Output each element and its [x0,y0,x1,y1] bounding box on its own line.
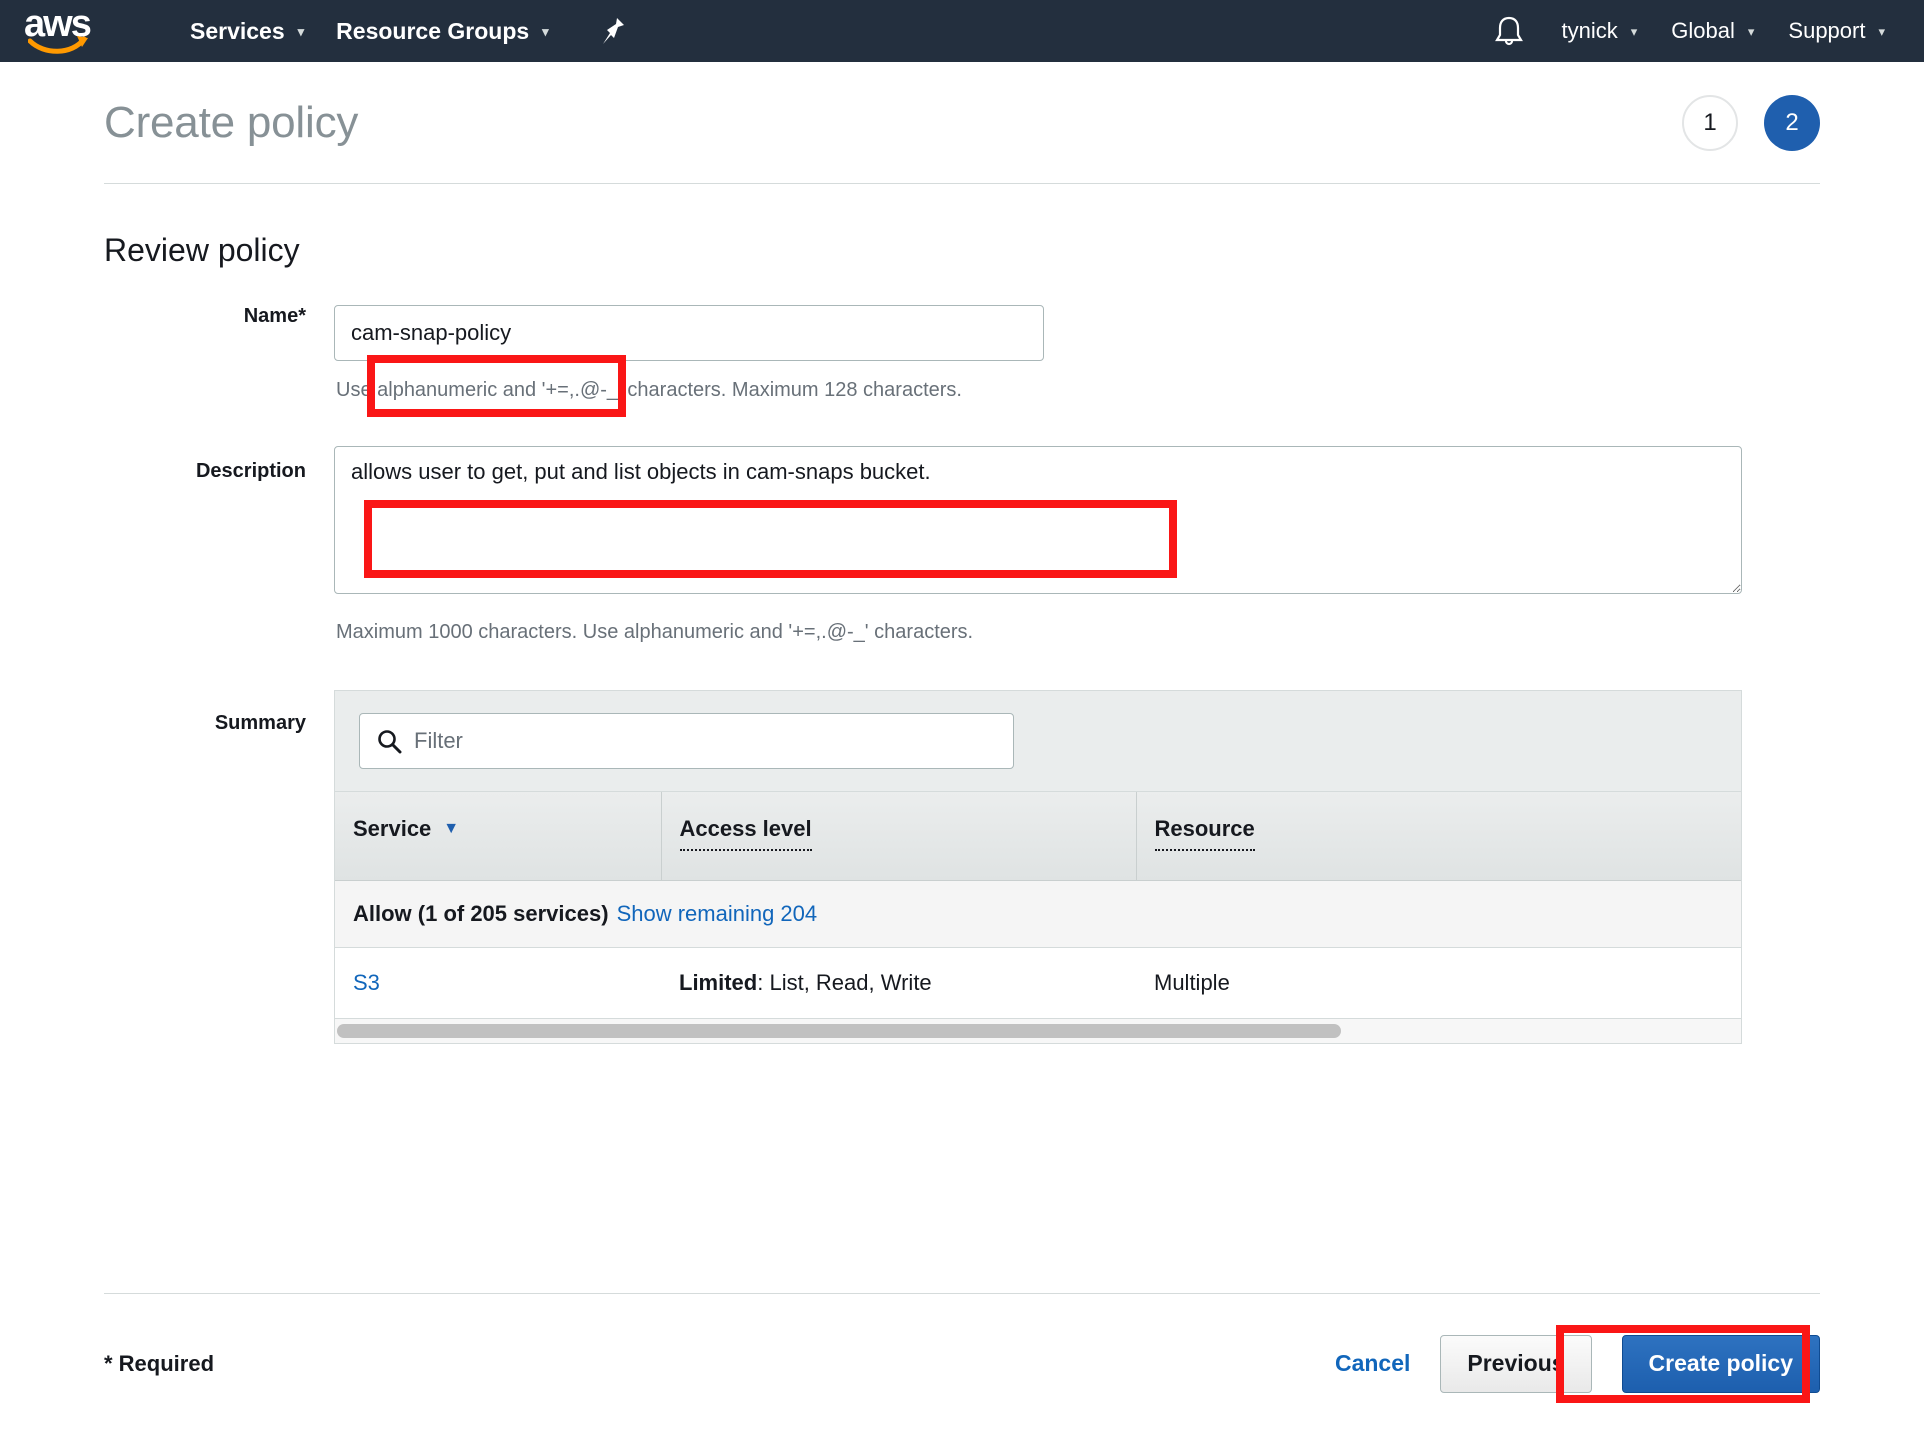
service-link-s3[interactable]: S3 [353,970,380,995]
summary-label: Summary [214,712,306,734]
description-field-column: Maximum 1000 characters. Use alphanumeri… [334,446,1820,644]
pin-icon[interactable] [585,0,641,62]
access-level-value: : List, Read, Write [757,969,932,995]
chevron-down-icon: ▾ [1878,23,1885,39]
column-header-resource[interactable]: Resource [1136,792,1741,881]
policy-description-textarea[interactable] [334,446,1742,594]
summary-column: Service ▼ Access level Resource [334,690,1820,1044]
column-header-service-label: Service [353,816,432,841]
column-header-access-level[interactable]: Access level [661,792,1137,881]
name-field-column: Use alphanumeric and '+=,.@-_' character… [334,305,1820,402]
summary-horizontal-scrollbar[interactable] [335,1018,1741,1043]
page-title: Create policy [104,97,359,147]
summary-group-row: Allow (1 of 205 services) Show remaining … [335,880,1741,948]
nav-right-group: tynick ▾ Global ▾ Support ▾ [1483,0,1903,62]
show-remaining-services-link[interactable]: Show remaining 204 [617,901,818,926]
aws-logo-smile-icon [28,35,90,55]
description-hint-text: Maximum 1000 characters. Use alphanumeri… [336,621,974,643]
summary-group-title: Allow (1 of 205 services) [353,900,609,926]
nav-resource-groups-label: Resource Groups [336,17,530,44]
table-row: S3 Limited: List, Read, Write Multiple [335,947,1741,1019]
section-title: Review policy [104,232,300,268]
summary-table-body: Allow (1 of 205 services) Show remaining … [335,880,1741,1019]
summary-horizontal-scrollbar-thumb[interactable] [337,1023,1341,1038]
page-header: Create policy 1 2 [104,62,1820,184]
nav-region-menu[interactable]: Global ▾ [1654,0,1771,62]
search-icon [376,728,402,754]
nav-services[interactable]: Services ▾ [174,0,320,62]
wizard-step-1[interactable]: 1 [1682,94,1738,151]
summary-form-row: Summary Filter Service ▼ Access level Re… [104,690,1820,1044]
nav-support-menu[interactable]: Support ▾ [1771,0,1902,62]
name-label: Name* [243,305,306,327]
cell-access-level: Limited: List, Read, Write [661,947,1136,1019]
nav-support-label: Support [1788,18,1866,43]
chevron-down-icon: ▾ [542,23,549,39]
summary-filter-input[interactable] [412,715,972,767]
footer-actions: Cancel Previous Create policy [1335,1334,1820,1393]
wizard-step-indicator: 1 2 [1682,94,1820,151]
nav-resource-groups[interactable]: Resource Groups ▾ [320,0,565,62]
chevron-down-icon: ▾ [1630,23,1638,39]
name-hint-text: Use alphanumeric and '+=,.@-_' character… [336,379,962,401]
aws-logo[interactable]: aws [24,5,102,55]
top-navigation-bar: aws Services ▾ Resource Groups ▾ tynick [0,0,1924,62]
wizard-step-2[interactable]: 2 [1764,94,1820,151]
previous-button[interactable]: Previous [1440,1334,1592,1393]
summary-table-header-row: Service ▼ Access level Resource [335,792,1741,881]
summary-filter-bar [335,691,1741,792]
cancel-button[interactable]: Cancel [1335,1350,1410,1377]
description-form-row: Description Maximum 1000 characters. Use… [104,446,1820,644]
cell-resource: Multiple [1136,947,1741,1019]
summary-group-cell: Allow (1 of 205 services) Show remaining … [335,880,1741,948]
nav-services-label: Services [190,17,285,44]
create-policy-button[interactable]: Create policy [1621,1334,1820,1393]
nav-region-label: Global [1671,18,1735,43]
sort-descending-icon: ▼ [443,820,460,837]
bell-icon[interactable] [1483,0,1535,62]
required-note: * Required [104,1350,215,1376]
name-form-row: Name* Use alphanumeric and '+=,.@-_' cha… [104,305,1820,402]
nav-account-label: tynick [1561,18,1618,43]
chevron-down-icon: ▾ [1747,23,1755,39]
filter-input-wrap[interactable] [359,713,1014,769]
column-header-service[interactable]: Service ▼ [335,792,662,881]
summary-table: Service ▼ Access level Resource Allow (1… [335,792,1741,1019]
chevron-down-icon: ▾ [297,23,305,39]
description-label: Description [195,460,306,482]
page-footer: * Required Cancel Previous Create policy [104,1293,1820,1433]
summary-panel: Service ▼ Access level Resource [334,690,1742,1044]
access-level-label: Limited [679,969,758,995]
summary-table-head: Service ▼ Access level Resource [335,792,1741,881]
column-header-resource-label: Resource [1154,816,1255,851]
page-content: Create policy 1 2 Review policy Name* Us… [0,62,1924,1044]
column-header-access-level-label: Access level [679,816,812,851]
policy-name-input[interactable] [334,305,1044,361]
cell-service: S3 [335,947,661,1019]
nav-account-menu[interactable]: tynick ▾ [1545,0,1655,62]
